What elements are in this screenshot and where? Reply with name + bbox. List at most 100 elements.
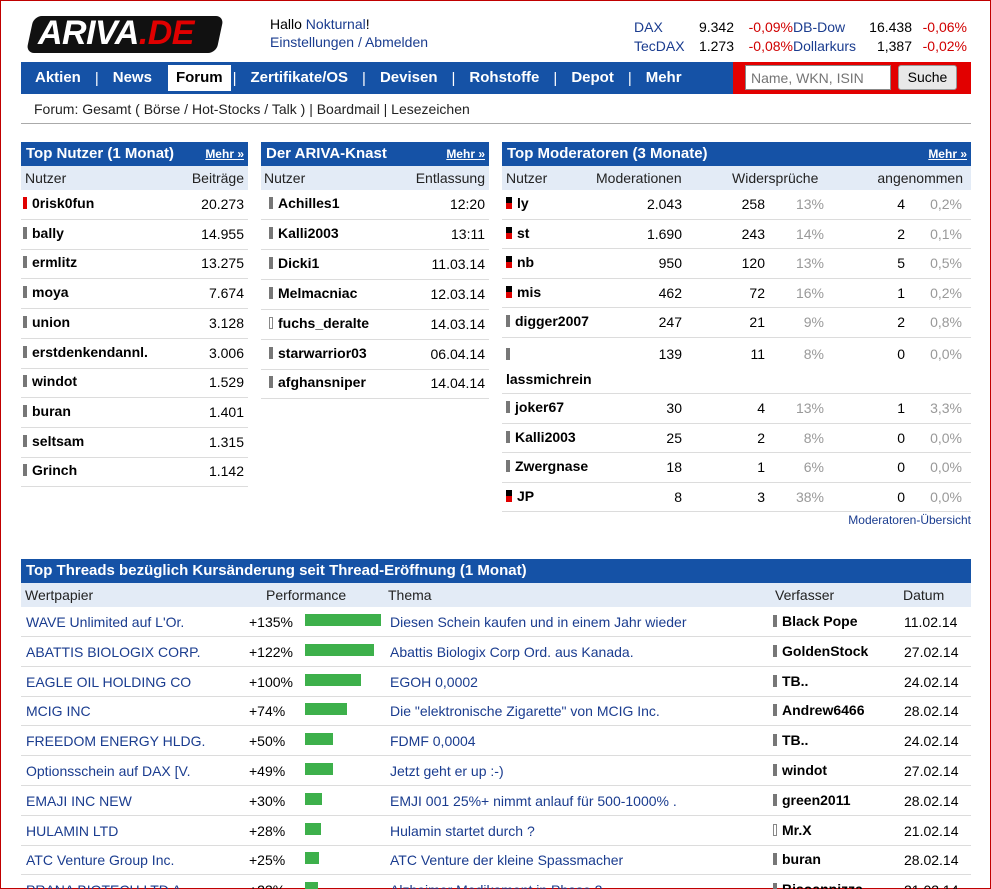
- user-link[interactable]: fuchs_deralte: [269, 315, 369, 331]
- nav-rohstoffe[interactable]: Rohstoffe: [455, 62, 553, 94]
- security-link[interactable]: PRANA BIOTECH LTD A: [26, 882, 181, 889]
- thread-topic-link[interactable]: Jetzt geht er up :-): [390, 763, 504, 779]
- user-link[interactable]: joker67: [506, 399, 564, 415]
- thread-topic-link[interactable]: Hulamin startet durch ?: [390, 823, 535, 839]
- ticker-name-tecdax[interactable]: TecDAX: [634, 38, 685, 54]
- settings-link[interactable]: Einstellungen: [270, 34, 354, 50]
- author-link[interactable]: TB..: [773, 732, 808, 748]
- user-link[interactable]: erstdenkendannl.: [23, 344, 148, 360]
- nav-aktien[interactable]: Aktien: [21, 62, 95, 94]
- user-link[interactable]: Melmacniac: [269, 285, 357, 301]
- security-link[interactable]: FREEDOM ENERGY HLDG.: [26, 733, 205, 749]
- moderations-count: 247: [658, 314, 682, 331]
- nav-mehr[interactable]: Mehr: [632, 62, 696, 94]
- user-link[interactable]: digger2007: [506, 313, 589, 329]
- author-link[interactable]: Bisoanpizza: [773, 881, 863, 889]
- performance-value: +100%: [249, 673, 293, 690]
- subnav-boerse[interactable]: Börse: [144, 101, 181, 117]
- user-link[interactable]: Grinch: [23, 462, 77, 478]
- user-link[interactable]: buran: [23, 403, 71, 419]
- author-link[interactable]: TB..: [773, 673, 808, 689]
- logout-link[interactable]: Abmelden: [365, 34, 428, 50]
- accepted-count: 4: [897, 196, 905, 212]
- moderators-row: Kalli2003 25 2 8% 0 0,0%: [502, 424, 971, 454]
- user-link[interactable]: Kalli2003: [506, 429, 576, 445]
- subnav-hotstocks[interactable]: Hot-Stocks: [192, 101, 260, 117]
- subnav-boardmail[interactable]: Boardmail: [317, 101, 380, 117]
- author-link[interactable]: buran: [773, 851, 821, 867]
- user-link[interactable]: Zwergnase: [506, 458, 588, 474]
- search-button[interactable]: Suche: [898, 65, 957, 90]
- ticker-name-dollarkurs[interactable]: Dollarkurs: [793, 38, 856, 54]
- accepted-count: 0: [897, 488, 905, 505]
- thread-topic-link[interactable]: ATC Venture der kleine Spassmacher: [390, 852, 623, 868]
- thread-topic-link[interactable]: FDMF 0,0004: [390, 733, 476, 749]
- user-link[interactable]: lassmichrein: [506, 371, 592, 387]
- user-link[interactable]: mis: [506, 284, 541, 300]
- user-link[interactable]: Dicki1: [269, 255, 319, 271]
- author-link[interactable]: Mr.X: [773, 822, 812, 838]
- performance-bar: [305, 852, 319, 865]
- ticker-name-dbdow[interactable]: DB-Dow: [793, 19, 845, 35]
- knast-more-link[interactable]: Mehr »: [446, 142, 485, 166]
- nav-devisen[interactable]: Devisen: [366, 62, 452, 94]
- knast-row: Achilles1 12:20: [261, 190, 489, 220]
- moderators-more-link[interactable]: Mehr »: [928, 142, 967, 166]
- thread-topic-link[interactable]: Die "elektronische Zigarette" von MCIG I…: [390, 703, 660, 719]
- author-link[interactable]: GoldenStock: [773, 643, 868, 659]
- user-link[interactable]: windot: [23, 373, 77, 389]
- thread-topic-link[interactable]: EGOH 0,0002: [390, 674, 478, 690]
- user-link[interactable]: ly: [506, 195, 529, 211]
- ticker-name-dax[interactable]: DAX: [634, 19, 663, 35]
- user-link[interactable]: 0risk0fun: [23, 195, 94, 211]
- ticker-value-tecdax: 1.273: [698, 38, 734, 54]
- top-users-more-link[interactable]: Mehr »: [205, 142, 244, 166]
- author-link[interactable]: Andrew6466: [773, 702, 864, 718]
- user-link[interactable]: starwarrior03: [269, 345, 367, 361]
- subnav-lesezeichen[interactable]: Lesezeichen: [391, 101, 470, 117]
- security-link[interactable]: WAVE Unlimited auf L'Or.: [26, 614, 184, 630]
- user-link[interactable]: ermlitz: [23, 254, 77, 270]
- user-link[interactable]: JP: [506, 488, 534, 504]
- nav-news[interactable]: News: [99, 62, 166, 94]
- user-link[interactable]: nb: [506, 254, 534, 270]
- user-status-icon: [23, 197, 27, 209]
- performance-value: +30%: [249, 792, 286, 809]
- security-link[interactable]: EMAJI INC NEW: [26, 793, 132, 809]
- subnav-gesamt[interactable]: Gesamt: [82, 101, 131, 117]
- search-input[interactable]: [745, 65, 891, 90]
- nav-zertifikate[interactable]: Zertifikate/OS: [237, 62, 363, 94]
- thread-topic-link[interactable]: Alzheimer Medikament in Phase 2: [390, 882, 602, 889]
- performance-bar: [305, 882, 318, 889]
- ariva-logo[interactable]: ARIVA.DE: [38, 14, 194, 53]
- username-link[interactable]: Nokturnal: [306, 16, 366, 32]
- accepted-count: 0: [897, 429, 905, 446]
- user-link[interactable]: bally: [23, 225, 64, 241]
- security-link[interactable]: ABATTIS BIOLOGIX CORP.: [26, 644, 201, 660]
- moderators-overview-link[interactable]: Moderatoren-Übersicht: [848, 513, 971, 527]
- objections-percent: 8%: [803, 429, 824, 446]
- user-link[interactable]: Kalli2003: [269, 225, 339, 241]
- user-link[interactable]: seltsam: [23, 433, 84, 449]
- security-link[interactable]: Optionsschein auf DAX [V.: [26, 763, 190, 779]
- thread-row: Optionsschein auf DAX [V. +49% Jetzt geht …: [21, 756, 971, 786]
- user-link[interactable]: moya: [23, 284, 69, 300]
- nav-depot[interactable]: Depot: [557, 62, 628, 94]
- user-link[interactable]: Achilles1: [269, 195, 339, 211]
- author-link[interactable]: windot: [773, 762, 827, 778]
- accepted-percent: 0,1%: [930, 225, 962, 242]
- author-link[interactable]: Black Pope: [773, 613, 857, 629]
- thread-topic-link[interactable]: Diesen Schein kaufen und in einem Jahr w…: [390, 614, 687, 630]
- user-link[interactable]: union: [23, 314, 70, 330]
- user-link[interactable]: afghansniper: [269, 374, 366, 390]
- security-link[interactable]: EAGLE OIL HOLDING CO: [26, 674, 191, 690]
- subnav-talk[interactable]: Talk: [272, 101, 297, 117]
- security-link[interactable]: HULAMIN LTD: [26, 823, 118, 839]
- author-link[interactable]: green2011: [773, 792, 851, 808]
- thread-topic-link[interactable]: EMJI 001 25%+ nimmt anlauf für 500-1000%…: [390, 793, 677, 809]
- security-link[interactable]: ATC Venture Group Inc.: [26, 852, 174, 868]
- thread-topic-link[interactable]: Abattis Biologix Corp Ord. aus Kanada.: [390, 644, 634, 660]
- security-link[interactable]: MCIG INC: [26, 703, 91, 719]
- user-link[interactable]: st: [506, 225, 529, 241]
- nav-forum[interactable]: Forum: [167, 65, 231, 91]
